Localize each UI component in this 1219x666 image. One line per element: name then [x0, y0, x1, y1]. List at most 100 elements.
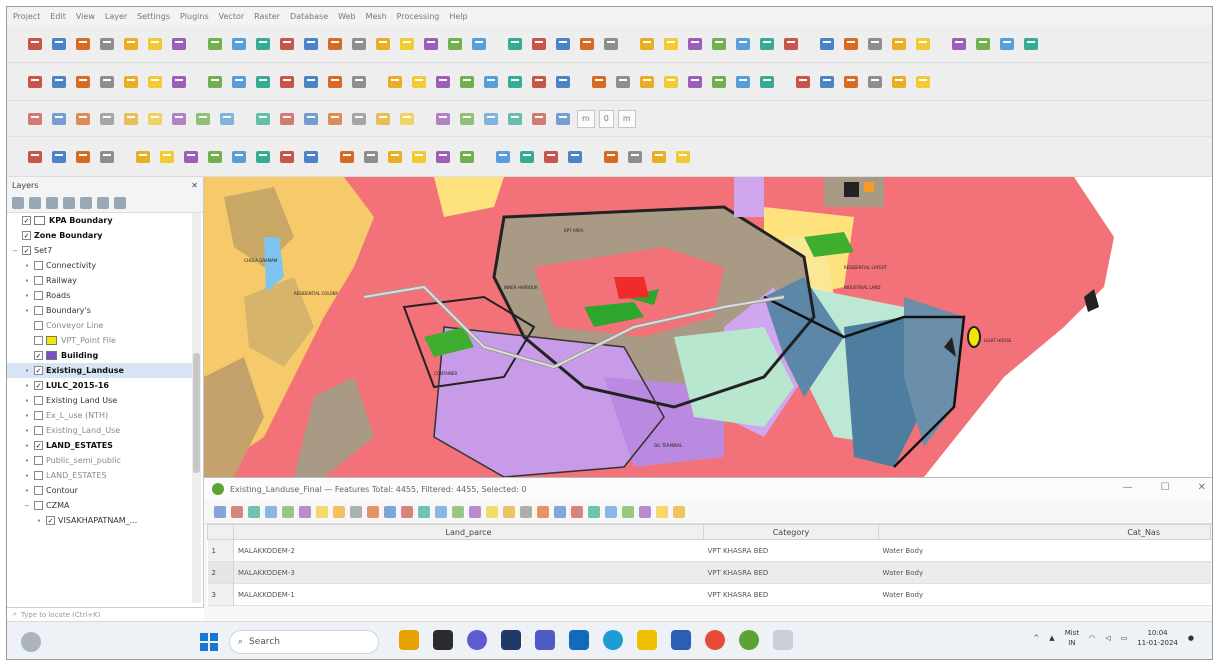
plugin-tool-3-icon[interactable] — [73, 147, 93, 167]
attribute-tool-14-icon[interactable] — [435, 505, 447, 518]
attribute-tool-18-icon[interactable] — [503, 505, 515, 518]
project-tool-20-icon[interactable] — [505, 34, 525, 54]
advanced-tool-5-icon[interactable] — [121, 109, 141, 129]
edge-icon[interactable] — [603, 630, 623, 650]
qgis-taskbar-icon[interactable] — [739, 630, 759, 650]
advanced-tool-19-icon[interactable] — [481, 109, 501, 129]
menu-item-edit[interactable]: Edit — [50, 12, 66, 21]
expand-icon[interactable]: • — [23, 382, 31, 390]
plugin-tool-20-icon[interactable] — [517, 147, 537, 167]
plugin-tool-25-icon[interactable] — [649, 147, 669, 167]
attribute-tool-16-icon[interactable] — [469, 505, 481, 518]
digitizing-tool-1-icon[interactable] — [25, 72, 45, 92]
attribute-tool-17-icon[interactable] — [486, 505, 498, 518]
advanced-tool-14-icon[interactable] — [349, 109, 369, 129]
plugin-tool-23-icon[interactable] — [601, 147, 621, 167]
layer-item[interactable]: • Roads — [7, 288, 192, 303]
project-tool-26-icon[interactable] — [661, 34, 681, 54]
attribute-tool-26-icon[interactable] — [639, 505, 651, 518]
plugin-tool-22-icon[interactable] — [565, 147, 585, 167]
offset-field[interactable]: 0 — [598, 109, 614, 128]
collapse-all-icon[interactable] — [97, 196, 109, 209]
plugin-tool-9-icon[interactable] — [229, 147, 249, 167]
layer-item[interactable]: • ✓ Existing_Landuse — [7, 363, 192, 378]
project-tool-28-icon[interactable] — [709, 34, 729, 54]
advanced-tool-9-icon[interactable] — [217, 109, 237, 129]
layer-visibility-checkbox[interactable]: ✓ — [46, 516, 55, 525]
attribute-tool-25-icon[interactable] — [622, 505, 634, 518]
digitizing-tool-8-icon[interactable] — [205, 72, 225, 92]
layer-visibility-checkbox[interactable] — [34, 276, 43, 285]
attribute-tool-21-icon[interactable] — [554, 505, 566, 518]
advanced-tool-22-icon[interactable] — [553, 109, 573, 129]
layer-visibility-checkbox[interactable] — [34, 321, 43, 330]
layer-item[interactable]: ✓ Building — [7, 348, 192, 363]
project-tool-19-icon[interactable] — [469, 34, 489, 54]
digitizing-tool-24-icon[interactable] — [613, 72, 633, 92]
notification-icon[interactable]: ● — [1188, 634, 1194, 642]
expand-icon[interactable]: • — [23, 262, 31, 270]
collapse-icon[interactable]: − — [23, 502, 31, 510]
project-tool-35-icon[interactable] — [889, 34, 909, 54]
plugin-tool-10-icon[interactable] — [253, 147, 273, 167]
row-number-cell[interactable]: 2 — [207, 561, 234, 584]
layer-visibility-checkbox[interactable]: ✓ — [22, 216, 31, 225]
network-app-icon[interactable] — [773, 630, 793, 650]
project-tool-13-icon[interactable] — [325, 34, 345, 54]
plugin-tool-16-icon[interactable] — [409, 147, 429, 167]
menu-item-plugins[interactable]: Plugins — [180, 12, 209, 21]
digitizing-tool-25-icon[interactable] — [637, 72, 657, 92]
project-tool-4-icon[interactable] — [97, 34, 117, 54]
plugin-tool-6-icon[interactable] — [157, 147, 177, 167]
wifi-icon[interactable]: ◠ — [1089, 634, 1095, 642]
project-tool-15-icon[interactable] — [373, 34, 393, 54]
advanced-tool-4-icon[interactable] — [97, 109, 117, 129]
locator-input[interactable]: Type to locate (Ctrl+K) — [21, 611, 101, 619]
layer-item[interactable]: − CZMA — [7, 498, 192, 513]
file-explorer-folder-icon[interactable] — [399, 630, 419, 650]
cat-nas-cell[interactable]: Water Body — [878, 583, 1211, 606]
attribute-tool-6-icon[interactable] — [299, 505, 311, 518]
project-tool-34-icon[interactable] — [865, 34, 885, 54]
store-icon[interactable] — [501, 630, 521, 650]
chat-icon[interactable] — [467, 630, 487, 650]
manage-map-themes-icon[interactable] — [46, 196, 58, 209]
attribute-tool-7-icon[interactable] — [316, 505, 328, 518]
plugin-tool-26-icon[interactable] — [673, 147, 693, 167]
taskbar-search[interactable]: ⌕ Search — [229, 630, 379, 654]
expand-icon[interactable]: • — [23, 487, 31, 495]
category-cell[interactable]: VPT KHASRA BED — [703, 561, 879, 584]
plugin-tool-17-icon[interactable] — [433, 147, 453, 167]
project-tool-18-icon[interactable] — [445, 34, 465, 54]
digitizing-tool-36-icon[interactable] — [913, 72, 933, 92]
layer-item[interactable]: ✓ Zone Boundary — [7, 228, 192, 243]
word-icon[interactable] — [671, 630, 691, 650]
attribute-tool-2-icon[interactable] — [231, 505, 243, 518]
layer-visibility-checkbox[interactable] — [34, 336, 43, 345]
digitizing-tool-16-icon[interactable] — [409, 72, 429, 92]
attribute-tool-3-icon[interactable] — [248, 505, 260, 518]
expand-icon[interactable]: • — [23, 307, 31, 315]
project-tool-31-icon[interactable] — [781, 34, 801, 54]
layer-item[interactable]: • Public_semi_public — [7, 453, 192, 468]
layer-item[interactable]: • ✓ LULC_2015-16 — [7, 378, 192, 393]
attribute-tool-11-icon[interactable] — [384, 505, 396, 518]
expand-icon[interactable]: • — [23, 442, 31, 450]
advanced-tool-6-icon[interactable] — [145, 109, 165, 129]
table-row[interactable]: 1 MALAKKODEM-2 VPT KHASRA BED Water Body — [207, 539, 1211, 562]
advanced-tool-16-icon[interactable] — [397, 109, 417, 129]
attribute-tool-23-icon[interactable] — [588, 505, 600, 518]
attribute-tool-5-icon[interactable] — [282, 505, 294, 518]
attribute-tool-24-icon[interactable] — [605, 505, 617, 518]
digitizing-tool-7-icon[interactable] — [169, 72, 189, 92]
layer-tree-scrollbar[interactable] — [192, 213, 201, 603]
row-number-cell[interactable]: 1 — [207, 539, 234, 562]
layer-item[interactable]: • Railway — [7, 273, 192, 288]
advanced-tool-15-icon[interactable] — [373, 109, 393, 129]
land-parce-cell[interactable]: MALAKKODEM-3 — [233, 561, 704, 584]
advanced-tool-8-icon[interactable] — [193, 109, 213, 129]
plugin-tool-8-icon[interactable] — [205, 147, 225, 167]
attribute-tool-27-icon[interactable] — [656, 505, 668, 518]
advanced-tool-1-icon[interactable] — [25, 109, 45, 129]
cat-nas-cell[interactable]: Water Body — [878, 561, 1211, 584]
